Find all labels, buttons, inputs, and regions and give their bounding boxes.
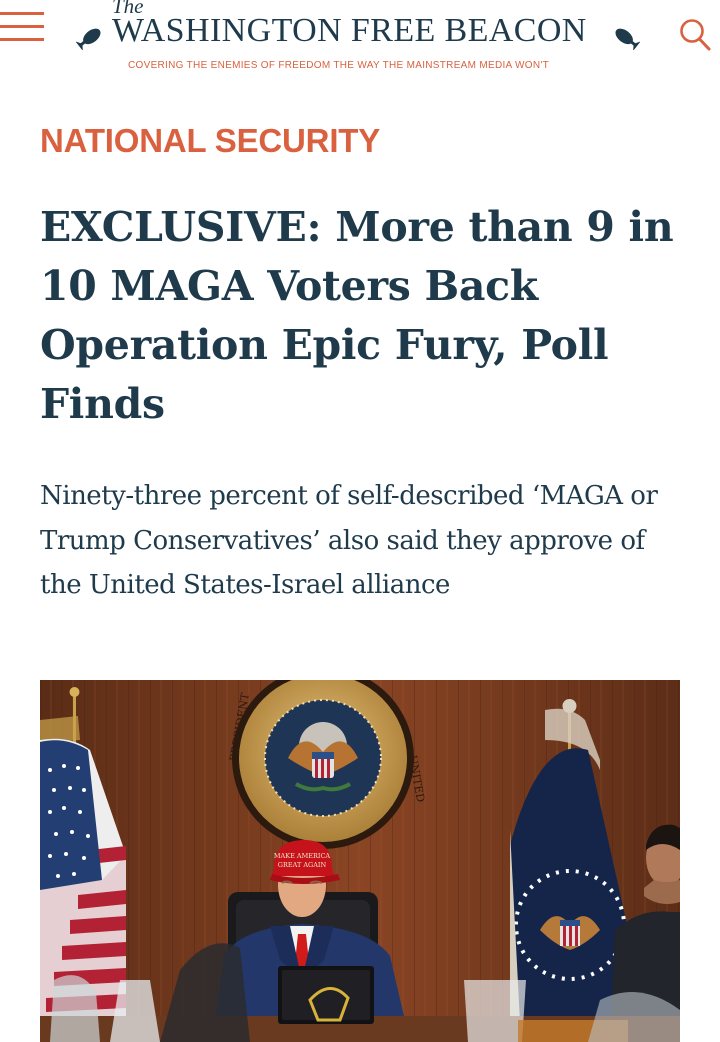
- hat-text: MAKE AMERICA: [274, 852, 331, 860]
- menu-bar: [0, 38, 44, 41]
- article-dek: Ninety-three percent of self-described ‘…: [40, 481, 658, 600]
- article-headline: EXCLUSIVE: More than 9 in 10 MAGA Voters…: [40, 203, 674, 428]
- hamburger-menu-icon[interactable]: [0, 12, 46, 44]
- menu-bar: [0, 12, 44, 15]
- logo-tagline: COVERING THE ENEMIES OF FREEDOM THE WAY …: [128, 60, 550, 71]
- article-photo: PRESIDENT UNITED MAKE AMERICA GREAT AGAI…: [40, 680, 680, 1042]
- site-header: The WASHINGTON FREE BEACON COVERING THE …: [0, 0, 720, 82]
- site-logo[interactable]: The WASHINGTON FREE BEACON COVERING THE …: [76, 0, 646, 74]
- logo-name: WASHINGTON FREE BEACON: [112, 12, 587, 49]
- svg-text:GREAT AGAIN: GREAT AGAIN: [278, 861, 327, 869]
- search-icon[interactable]: [678, 16, 712, 52]
- bomb-icon: [76, 28, 101, 50]
- article-category[interactable]: NATIONAL SECURITY: [40, 122, 380, 160]
- bomb-icon: [615, 28, 640, 50]
- menu-bar: [0, 25, 44, 28]
